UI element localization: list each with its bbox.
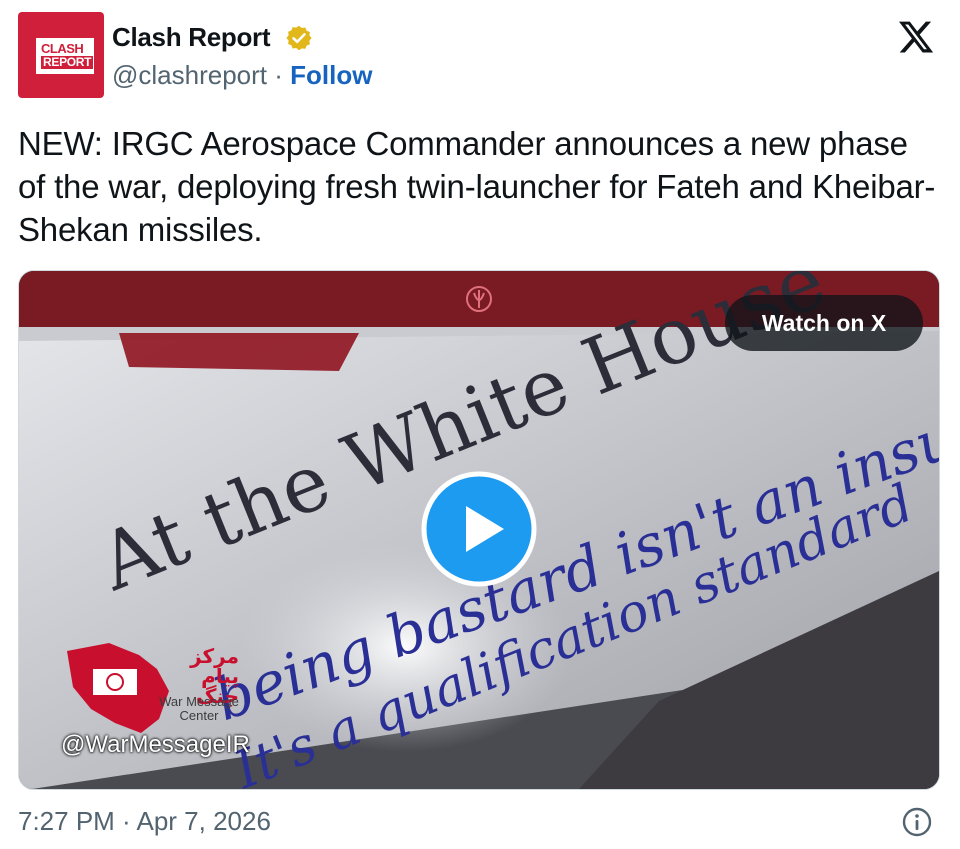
handle[interactable]: @clashreport <box>112 60 267 90</box>
video-player[interactable]: At the White House being bastard isn't a… <box>18 270 940 790</box>
handle-row: @clashreport · Follow <box>112 60 372 91</box>
tweet-text: NEW: IRGC Aerospace Commander announces … <box>18 125 936 248</box>
watch-on-x-button[interactable]: Watch on X <box>725 295 923 351</box>
avatar-text-bottom: REPORT <box>41 55 94 69</box>
info-icon[interactable] <box>901 806 933 838</box>
display-name[interactable]: Clash Report <box>112 22 271 53</box>
separator: · <box>274 60 283 90</box>
avatar-text-top: CLASH <box>41 41 84 56</box>
x-logo-icon[interactable] <box>896 18 936 56</box>
watermark-english: War Message Center <box>159 694 239 723</box>
verified-badge-icon <box>286 25 312 51</box>
follow-button[interactable]: Follow <box>290 60 372 90</box>
watermark-handle: @WarMessageIR <box>61 731 250 758</box>
play-icon[interactable] <box>420 470 538 588</box>
timestamp[interactable]: 7:27 PM · Apr 7, 2026 <box>18 806 271 837</box>
avatar[interactable]: CLASH REPORT <box>18 12 104 98</box>
